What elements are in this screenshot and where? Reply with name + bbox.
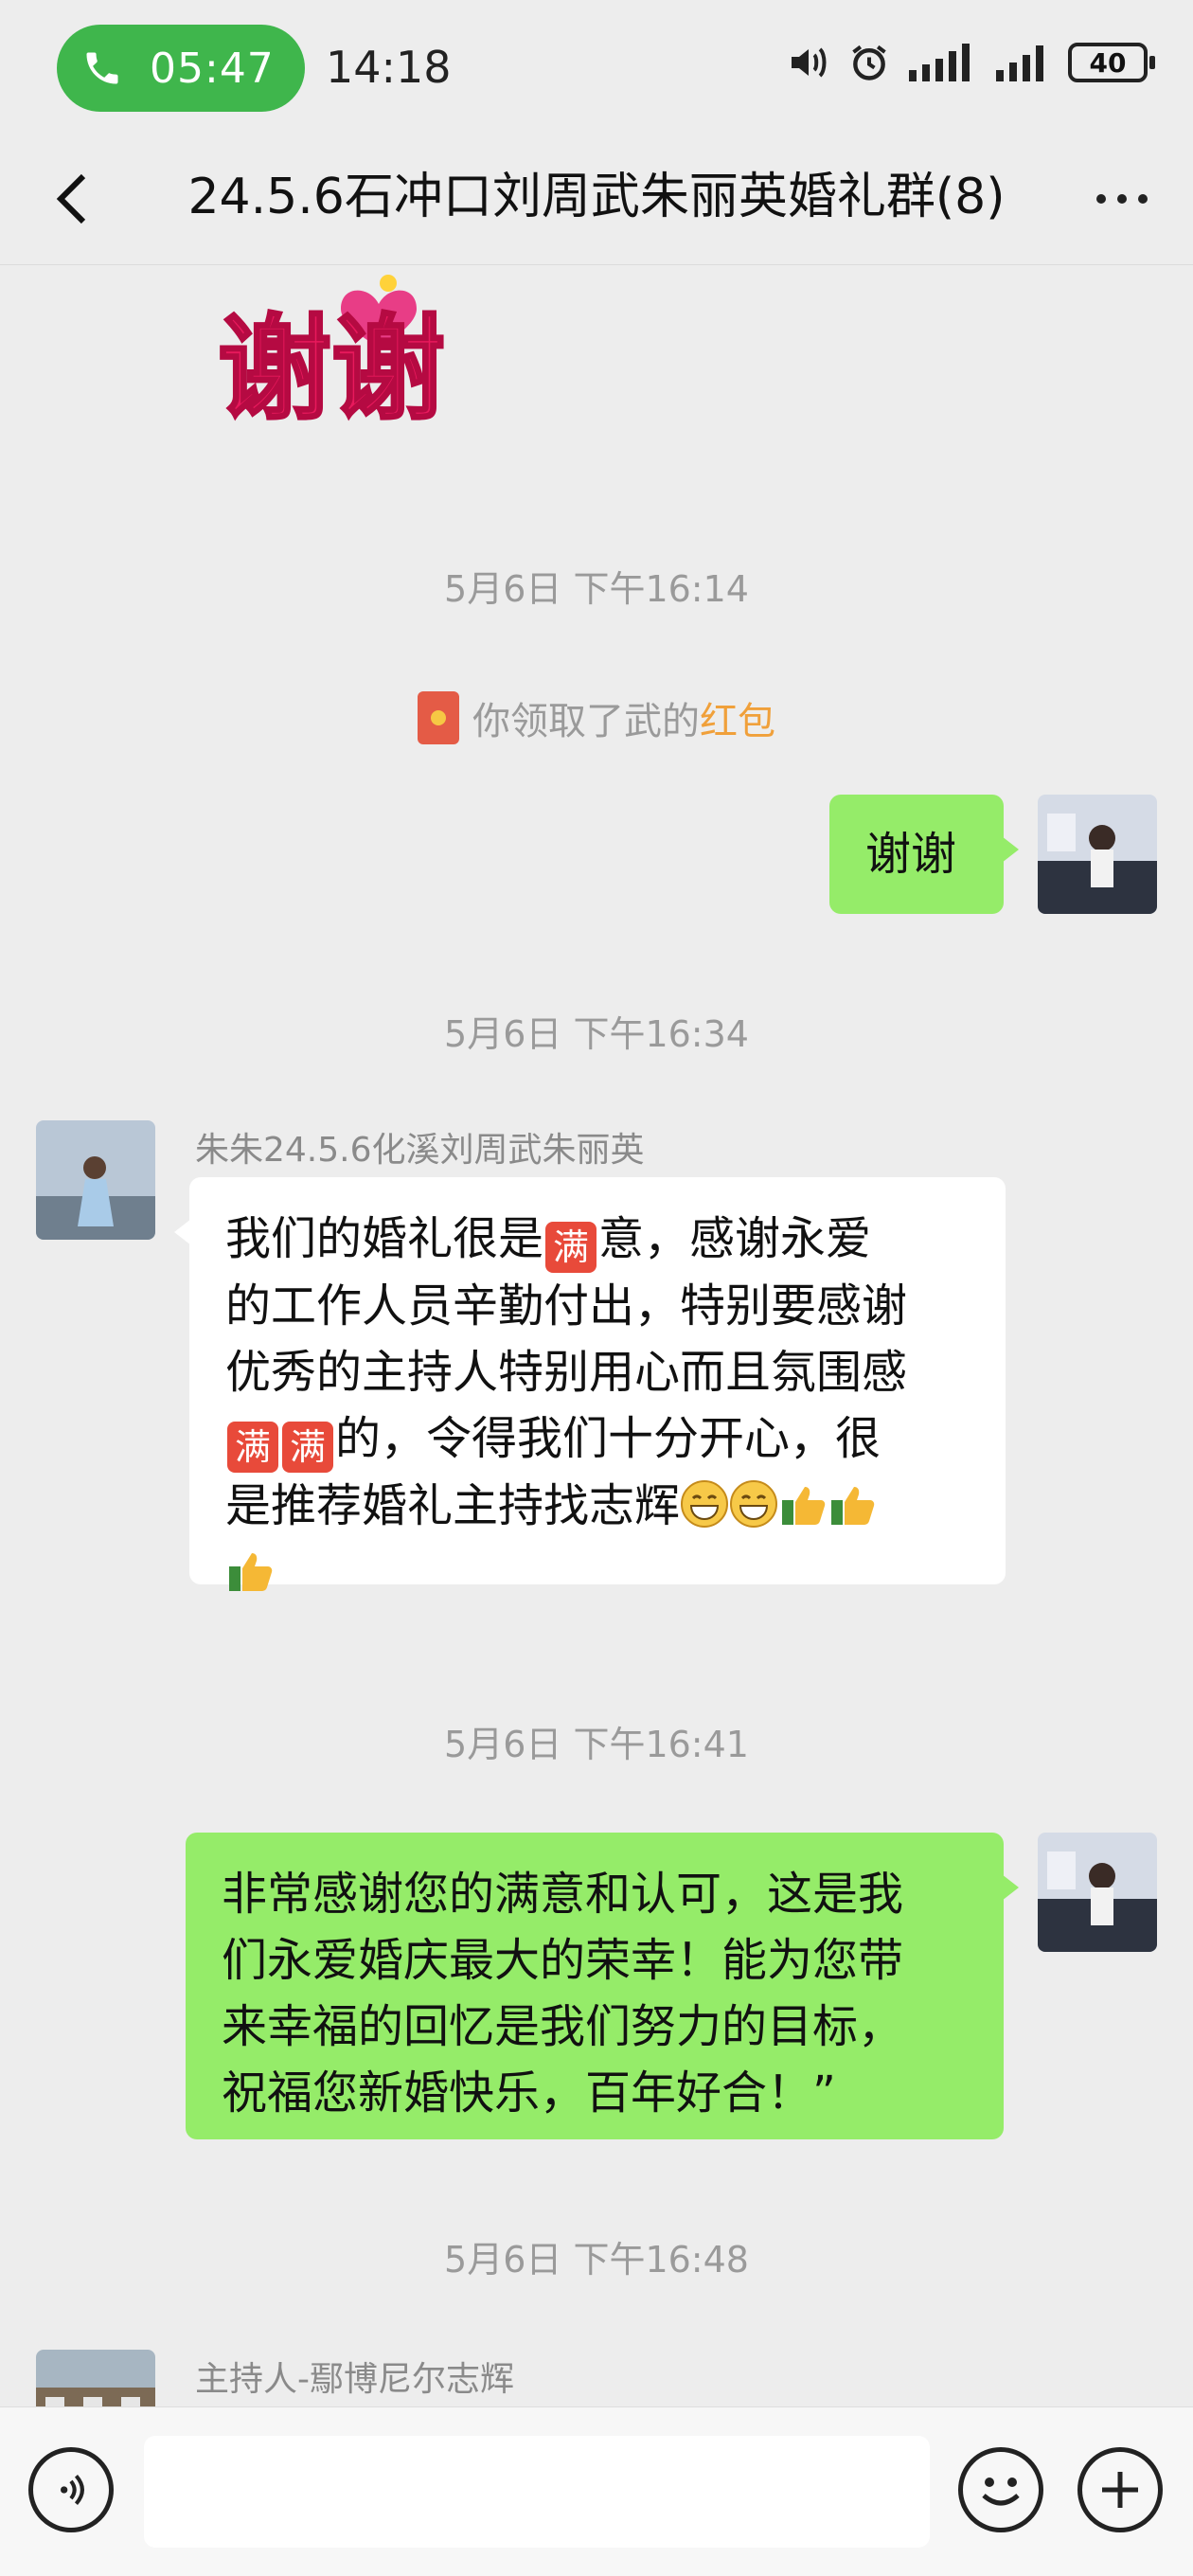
message-text: 的，令得我们十分开心，很 <box>335 1412 881 1465</box>
ongoing-call-pill[interactable]: 05:47 <box>57 25 305 112</box>
system-message: 你领取了武的红包 <box>0 690 1193 745</box>
message-text: 非常感谢您的满意和认可，这是我 <box>222 1868 904 1921</box>
sender-avatar[interactable] <box>36 2350 155 2406</box>
message-text: 来幸福的回忆是我们努力的目标， <box>222 2000 904 2053</box>
dot-icon <box>1117 194 1127 204</box>
back-button[interactable] <box>34 161 110 237</box>
plus-icon <box>1102 2472 1138 2508</box>
message-list[interactable]: 谢谢 5月6日 下午16:14 你领取了武的红包 谢谢 5月6日 下午16:34… <box>0 266 1193 2406</box>
signal-icon-2 <box>996 45 1043 81</box>
red-packet-icon <box>418 691 459 744</box>
message-text: 是推荐婚礼主持找志辉 <box>225 1479 681 1532</box>
system-icons: 40 <box>788 42 1155 83</box>
message-text: 的工作人员辛勤付出，特别要感谢 <box>225 1279 908 1333</box>
more-functions-button[interactable] <box>1077 2447 1163 2532</box>
emoji-button[interactable] <box>958 2447 1043 2532</box>
voice-icon <box>61 2475 84 2505</box>
incoming-message-bubble[interactable]: 我们的婚礼很是满意，感谢永爱 的工作人员辛勤付出，特别要感谢 优秀的主持人特别用… <box>174 1177 1006 1591</box>
volume-icon <box>792 47 827 78</box>
grin-emoji-icon <box>681 1480 729 1528</box>
timestamp: 5月6日 下午16:41 <box>444 1724 749 1765</box>
signal-icon <box>909 44 970 81</box>
status-bar: 05:47 14:18 40 <box>0 0 1193 133</box>
sticker-text: 谢谢 <box>218 304 445 436</box>
my-avatar[interactable] <box>1038 795 1157 914</box>
timestamp: 5月6日 下午16:48 <box>444 2239 749 2281</box>
message-text: 意，感谢永爱 <box>598 1212 872 1265</box>
message-text: 我们的婚礼很是 <box>225 1212 544 1265</box>
thanks-sticker[interactable]: 谢谢 <box>208 266 530 456</box>
grin-emoji-icon <box>730 1480 778 1528</box>
message-text: 优秀的主持人特别用心而且氛围感 <box>225 1346 908 1399</box>
chat-title: 24.5.6石冲口刘周武朱丽英婚礼群(8) <box>187 169 1006 225</box>
timestamp: 5月6日 下午16:34 <box>444 1013 749 1055</box>
thumbs-up-icon <box>229 1553 273 1591</box>
message-text: 祝福您新婚快乐，百年好合！” <box>222 2066 836 2120</box>
red-packet-link[interactable]: 红包 <box>700 700 775 743</box>
man-emoji-icon: 满 <box>545 1222 597 1273</box>
man-emoji-icon: 满 <box>282 1422 333 1473</box>
sender-name: 主持人-鄢博尼尔志辉 <box>195 2360 514 2399</box>
my-avatar[interactable] <box>1038 1833 1157 1952</box>
voice-input-button[interactable] <box>28 2447 114 2532</box>
thumbs-up-icon <box>831 1487 875 1525</box>
alarm-icon <box>852 45 886 80</box>
sender-name: 朱朱24.5.6化溪刘周武朱丽英 <box>195 1131 645 1170</box>
message-input[interactable] <box>144 2436 930 2548</box>
system-text: 你领取了武的 <box>472 700 700 743</box>
smiley-icon <box>982 2478 1020 2506</box>
man-emoji-icon: 满 <box>227 1422 278 1473</box>
outgoing-message-bubble[interactable]: 非常感谢您的满意和认可，这是我 们永爱婚庆最大的荣幸！能为您带 来幸福的回忆是我… <box>186 1833 1019 2139</box>
clock: 14:18 <box>326 42 452 93</box>
thumbs-up-icon <box>782 1487 826 1525</box>
chat-header: 24.5.6石冲口刘周武朱丽英婚礼群(8) <box>0 133 1193 265</box>
battery-icon: 40 <box>1068 43 1155 82</box>
timestamp: 5月6日 下午16:14 <box>444 568 749 610</box>
dot-icon <box>1096 194 1106 204</box>
chevron-left-icon <box>56 173 86 224</box>
dot-icon <box>1138 194 1148 204</box>
more-options-button[interactable] <box>1079 161 1165 237</box>
call-duration: 05:47 <box>150 44 275 93</box>
message-text: 谢谢 <box>865 828 957 881</box>
sender-avatar[interactable] <box>36 1120 155 1240</box>
message-text: 们永爱婚庆最大的荣幸！能为您带 <box>222 1934 904 1987</box>
input-bar <box>0 2406 1193 2576</box>
phone-icon <box>86 52 118 84</box>
outgoing-message-bubble[interactable]: 谢谢 <box>829 795 1019 914</box>
